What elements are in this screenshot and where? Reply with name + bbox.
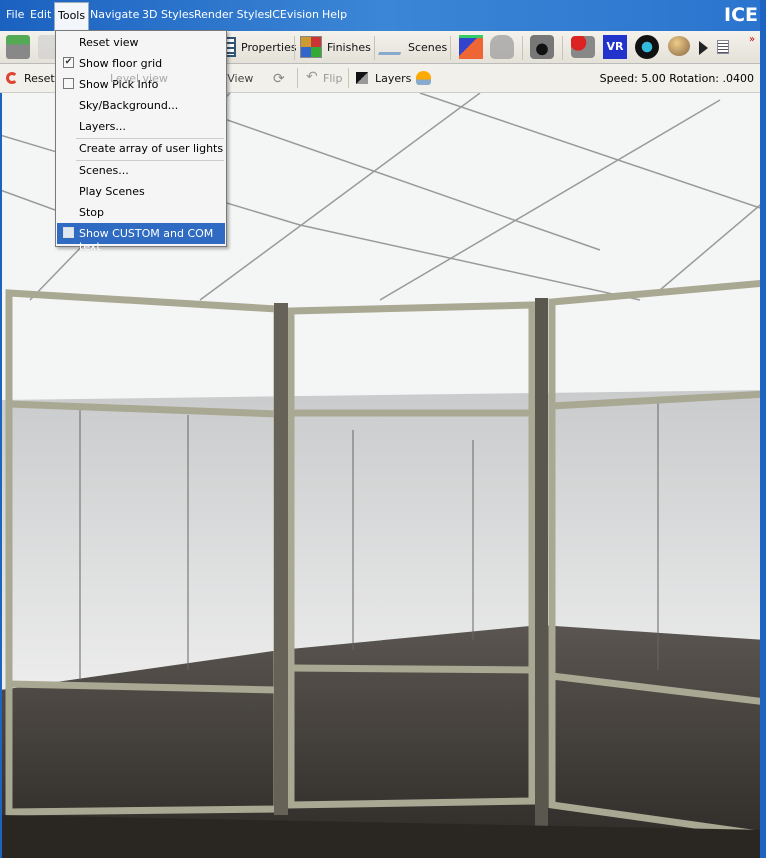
- menu-item-show-custom-com-text[interactable]: Show CUSTOM and COM text: [57, 223, 225, 253]
- partition-post-right: [535, 298, 548, 828]
- menu-tools[interactable]: Tools: [54, 2, 90, 31]
- menu-help[interactable]: Help: [322, 8, 347, 21]
- camera-snapshot-icon[interactable]: [6, 35, 30, 59]
- flip-button[interactable]: Flip: [323, 72, 342, 85]
- properties-button[interactable]: Properties: [241, 41, 297, 54]
- menu-file[interactable]: File: [6, 8, 24, 21]
- layers-button[interactable]: Layers: [375, 72, 411, 85]
- label: Layers...: [79, 120, 126, 133]
- camera-settings-icon[interactable]: [571, 36, 595, 58]
- label: Play Scenes: [79, 185, 145, 198]
- menu-item-play-scenes[interactable]: Play Scenes: [57, 181, 225, 202]
- checkbox-unchecked-icon[interactable]: [63, 78, 74, 89]
- menu-edit[interactable]: Edit: [30, 8, 51, 21]
- checkbox-checked-icon[interactable]: ✔: [63, 57, 74, 68]
- scenes-button[interactable]: Scenes: [408, 41, 447, 54]
- finishes-icon[interactable]: [300, 36, 322, 58]
- finishes-button[interactable]: Finishes: [327, 41, 371, 54]
- menu-item-create-user-lights[interactable]: Create array of user lights: [57, 138, 225, 159]
- label: Create array of user lights: [79, 142, 224, 155]
- location-pin-icon[interactable]: [635, 35, 659, 59]
- menu-render-styles[interactable]: Render Styles: [194, 8, 270, 21]
- checkbox-unchecked-icon[interactable]: [63, 227, 74, 238]
- menu-bar: File Edit Tools Navigate 3D Styles Rende…: [0, 0, 766, 31]
- vr-icon[interactable]: VR: [603, 35, 627, 59]
- level-view-button[interactable]: Level view: [110, 72, 168, 85]
- menu-item-stop[interactable]: Stop: [57, 202, 225, 223]
- menu-item-scenes[interactable]: Scenes...: [57, 160, 225, 181]
- menu-3d-styles[interactable]: 3D Styles: [142, 8, 194, 21]
- label: Stop: [79, 206, 105, 219]
- label: Show floor grid: [79, 57, 163, 70]
- label: Sky/Background...: [79, 99, 179, 112]
- tools-dropdown-menu: Reset view ✔ Show floor grid Show Pick In…: [55, 30, 227, 253]
- menu-item-sky-background[interactable]: Sky/Background...: [57, 95, 225, 116]
- menu-icevision[interactable]: ICEvision: [269, 8, 319, 21]
- light-bulb-icon[interactable]: [530, 35, 554, 59]
- overflow-chevron-icon[interactable]: »: [749, 34, 755, 45]
- cube-icon[interactable]: [459, 35, 483, 59]
- label: Reset view: [79, 36, 139, 49]
- menu-item-reset-view[interactable]: Reset view: [57, 32, 225, 53]
- brand-logo: ICE: [724, 4, 758, 26]
- menu-item-show-floor-grid[interactable]: ✔ Show floor grid: [57, 53, 225, 74]
- rotate-icon[interactable]: ⟳: [273, 71, 285, 87]
- scenes-icon[interactable]: [378, 39, 406, 55]
- render-person-icon[interactable]: [490, 35, 514, 59]
- partition-post-left: [274, 303, 288, 815]
- sky-sun-icon[interactable]: [416, 71, 431, 85]
- play-icon[interactable]: [699, 41, 708, 55]
- flip-icon[interactable]: ↶: [306, 69, 318, 85]
- sphere-icon[interactable]: [668, 36, 690, 56]
- document-icon[interactable]: [717, 40, 729, 54]
- layers-icon[interactable]: [356, 72, 368, 84]
- menu-navigate[interactable]: Navigate: [90, 8, 139, 21]
- speed-rotation-status: Speed: 5.00 Rotation: .0400: [599, 72, 754, 85]
- menu-item-layers[interactable]: Layers...: [57, 116, 225, 137]
- reset-view-icon[interactable]: [6, 72, 18, 84]
- label: Scenes...: [79, 164, 129, 177]
